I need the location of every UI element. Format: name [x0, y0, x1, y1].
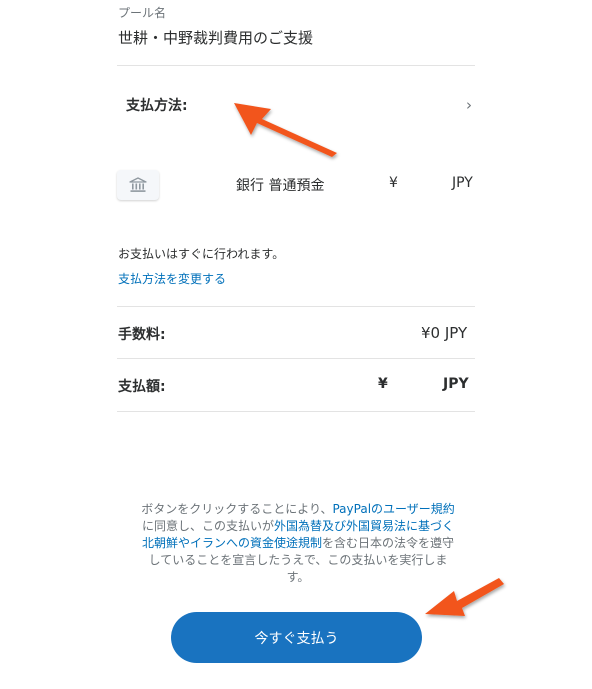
change-payment-method-link[interactable]: 支払方法を変更する [118, 270, 226, 287]
chevron-right-icon[interactable]: › [466, 96, 472, 114]
pool-name-value: 世耕・中野裁判費用のご支援 [118, 29, 314, 47]
total-label: 支払額: [118, 379, 166, 395]
fee-label: 手数料: [118, 327, 166, 343]
bank-icon [129, 177, 147, 192]
legal-text-1: ボタンをクリックすることにより、 [141, 502, 333, 516]
divider [117, 411, 475, 412]
pool-name-label: プール名 [118, 6, 167, 20]
instant-payment-note: お支払いはすぐに行われます。 [118, 247, 285, 261]
bank-amount-yen: ¥ [389, 175, 398, 191]
annotation-arrow-payment-method [234, 103, 337, 157]
divider [117, 306, 475, 307]
divider [117, 358, 475, 359]
total-yen: ¥ [378, 376, 388, 392]
user-agreement-link[interactable]: PayPalのユーザー規約 [332, 502, 454, 516]
legal-notice: ボタンをクリックすることにより、PayPalのユーザー規約に同意し、この支払いが… [138, 501, 458, 586]
fee-value-clip: ¥0 JPY [400, 321, 476, 345]
bank-currency-clip: JPY [440, 172, 476, 196]
total-currency: JPY [443, 376, 469, 392]
legal-text-2: に同意し、この支払いが [141, 519, 274, 533]
pay-now-button[interactable]: 今すぐ支払う [171, 612, 422, 663]
divider [117, 65, 475, 66]
bank-icon-container [117, 170, 159, 200]
bank-amount-currency: JPY [452, 175, 473, 191]
payment-method-label: 支払方法: [126, 98, 188, 114]
bank-account-name: 銀行 普通預金 [236, 178, 325, 194]
fee-value: ¥0 JPY [421, 324, 468, 342]
